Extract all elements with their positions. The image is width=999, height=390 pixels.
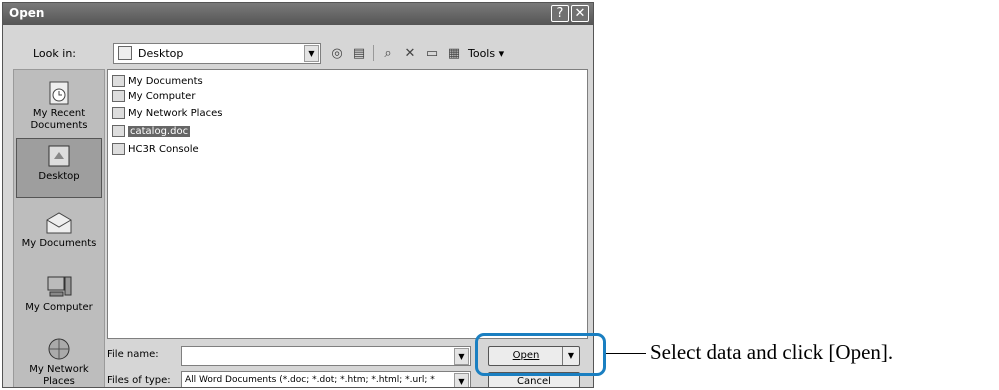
place-label: My Documents <box>21 238 97 249</box>
chevron-down-icon[interactable]: ▼ <box>304 45 319 62</box>
new-folder-icon[interactable]: ▭ <box>424 45 440 61</box>
file-name: catalog.doc <box>128 125 191 137</box>
my-documents-icon <box>46 212 72 234</box>
network-icon <box>112 107 125 119</box>
tools-menu[interactable]: Tools ▾ <box>468 47 504 60</box>
place-recent-documents[interactable]: My Recent Documents <box>16 76 102 132</box>
callout-line <box>606 353 646 354</box>
tools-label: Tools <box>468 46 496 60</box>
chevron-down-icon[interactable]: ▼ <box>454 373 469 387</box>
my-computer-icon <box>47 276 72 297</box>
search-web-icon[interactable]: ⌕ <box>380 45 396 61</box>
desktop-icon <box>48 145 70 167</box>
dialog-title: Open <box>9 6 45 20</box>
file-name: HC3R Console <box>128 143 199 155</box>
title-bar[interactable]: Open ? ✕ <box>3 3 593 25</box>
place-my-computer[interactable]: My Computer <box>16 270 102 314</box>
list-item[interactable]: My Documents <box>112 74 203 88</box>
word-document-icon <box>112 125 125 137</box>
open-dialog: Open ? ✕ Look in: Desktop ▼ ◎ ▤ ⌕ ✕ ▭ ▦ … <box>2 2 594 388</box>
places-bar: My Recent Documents Desktop My Documents… <box>13 69 105 387</box>
list-item[interactable]: HC3R Console <box>112 142 199 156</box>
callout-text: Select data and click [Open]. <box>650 340 894 364</box>
look-in-label: Look in: <box>33 47 76 60</box>
file-type-dropdown[interactable]: All Word Documents (*.doc; *.dot; *.htm;… <box>181 371 471 387</box>
toolbar: ◎ ▤ ⌕ ✕ ▭ ▦ Tools ▾ <box>329 43 504 63</box>
place-network-places[interactable]: My Network Places <box>16 332 102 387</box>
delete-icon[interactable]: ✕ <box>402 45 418 61</box>
network-places-icon <box>48 338 70 360</box>
desktop-icon <box>118 46 132 60</box>
file-name: My Network Places <box>128 107 223 119</box>
open-button-highlight <box>475 333 606 376</box>
chevron-down-icon[interactable]: ▼ <box>454 348 469 365</box>
place-label: My Computer <box>25 302 93 313</box>
file-name: My Documents <box>128 75 203 87</box>
list-item[interactable]: My Network Places <box>112 106 222 120</box>
file-type-label: Files of type: <box>107 375 171 386</box>
file-name-input[interactable]: ▼ <box>181 346 471 366</box>
back-icon[interactable]: ◎ <box>329 45 345 61</box>
place-label: My Network Places <box>29 364 89 387</box>
place-desktop[interactable]: Desktop <box>16 138 102 198</box>
file-name: My Computer <box>128 90 196 102</box>
place-label: My Recent Documents <box>30 108 88 131</box>
folder-icon <box>112 75 125 87</box>
place-label: Desktop <box>38 171 80 182</box>
recent-documents-icon <box>49 81 69 105</box>
file-name-label: File name: <box>107 349 159 360</box>
shortcut-icon <box>112 143 125 155</box>
views-icon[interactable]: ▦ <box>446 45 462 61</box>
file-list[interactable]: My Documents My Computer My Network Plac… <box>107 69 588 339</box>
list-item[interactable]: My Computer <box>112 89 195 103</box>
look-in-dropdown[interactable]: Desktop ▼ <box>113 43 321 64</box>
close-button[interactable]: ✕ <box>571 5 589 22</box>
place-my-documents[interactable]: My Documents <box>16 206 102 250</box>
toolbar-divider <box>373 45 374 61</box>
up-folder-icon[interactable]: ▤ <box>351 45 367 61</box>
look-in-value: Desktop <box>138 47 184 60</box>
help-button[interactable]: ? <box>551 5 569 22</box>
file-type-value: All Word Documents (*.doc; *.dot; *.htm;… <box>185 375 435 385</box>
list-item-selected[interactable]: catalog.doc <box>112 124 191 138</box>
computer-icon <box>112 90 125 102</box>
